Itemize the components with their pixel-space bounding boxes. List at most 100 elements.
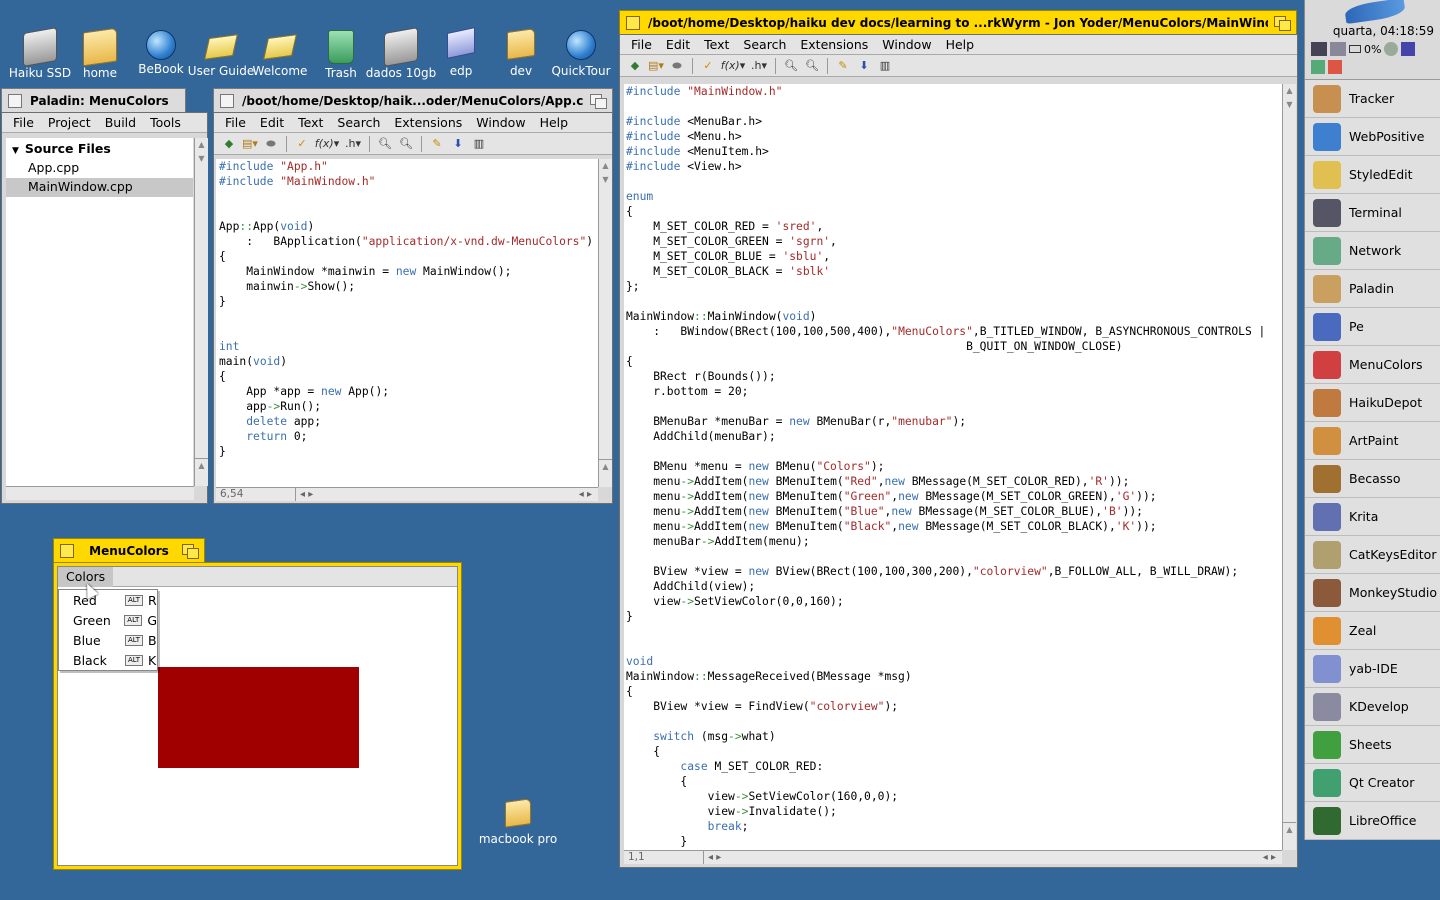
find-icon[interactable]: 🔍︎ (782, 58, 800, 74)
scroll-left-icon[interactable]: ◂ ▸ (708, 852, 721, 863)
find-icon[interactable]: 🔍︎ (376, 136, 394, 152)
deskbar-app-yab-ide[interactable]: yab-IDE (1305, 650, 1440, 688)
menucolors-title-tab[interactable]: MenuColors (53, 538, 205, 562)
process-icon[interactable] (1311, 60, 1325, 74)
zoom-box-icon[interactable] (182, 543, 199, 559)
paladin-title-tab[interactable]: Paladin: MenuColors (1, 88, 186, 112)
code-editor-app[interactable]: #include "App.h" #include "MainWindow.h" A… (216, 159, 598, 487)
vertical-scrollbar-lower[interactable]: ▲ (1282, 822, 1296, 850)
deskbar-app-stylededit[interactable]: StyledEdit (1305, 156, 1440, 194)
deskbar-app-network[interactable]: Network (1305, 232, 1440, 270)
close-box-icon[interactable] (60, 543, 74, 558)
code-editor-main[interactable]: #include "MainWindow.h" #include <MenuBar… (624, 84, 1282, 850)
menu-tools[interactable]: Tools (143, 115, 188, 130)
deskbar-app-haikudepot[interactable]: HaikuDepot (1305, 384, 1440, 422)
deskbar-app-krita[interactable]: Krita (1305, 498, 1440, 536)
deskbar-app-tracker[interactable]: Tracker (1305, 80, 1440, 118)
vertical-scrollbar[interactable]: ▲ ▼ (194, 138, 208, 486)
horizontal-scrollbar[interactable] (6, 486, 194, 500)
close-box-icon[interactable] (8, 93, 22, 108)
menu-search[interactable]: Search (330, 115, 387, 130)
menu-item-red[interactable]: Red ALT R (59, 590, 157, 610)
deskbar-app-artpaint[interactable]: ArtPaint (1305, 422, 1440, 460)
deskbar-app-paladin[interactable]: Paladin (1305, 270, 1440, 308)
function-popup-icon[interactable]: f(x)▾ (314, 136, 340, 152)
menu-extensions[interactable]: Extensions (387, 115, 469, 130)
file-item-app-cpp[interactable]: App.cpp (6, 159, 193, 178)
close-box-icon[interactable] (626, 15, 640, 30)
desktop-icon-macbook-pro[interactable]: macbook pro (478, 798, 558, 846)
close-box-icon[interactable] (220, 93, 234, 108)
find-in-files-icon[interactable]: 🔍︎ (397, 136, 415, 152)
save-icon[interactable]: ▤▾ (647, 58, 665, 74)
menu-text[interactable]: Text (291, 115, 330, 130)
deskbar-app-terminal[interactable]: Terminal (1305, 194, 1440, 232)
check-icon[interactable]: ✓ (699, 58, 717, 74)
menu-window[interactable]: Window (469, 115, 532, 130)
down-arrow-icon[interactable]: ⬇ (855, 58, 873, 74)
cpu-icon[interactable] (1330, 42, 1346, 56)
collapse-triangle-icon[interactable]: ▼ (12, 146, 19, 156)
pencil-icon[interactable]: ✎ (834, 58, 852, 74)
battery-icon[interactable] (1349, 45, 1361, 53)
scroll-right-icon[interactable]: ◂ ▸ (579, 489, 592, 500)
vertical-scrollbar-lower[interactable]: ▲ (194, 458, 208, 486)
network-icon[interactable] (1384, 42, 1399, 56)
deskbar-app-zeal[interactable]: Zeal (1305, 612, 1440, 650)
pe-app-title-tab[interactable]: /boot/home/Desktop/haik...oder/MenuColor… (213, 88, 613, 112)
down-arrow-icon[interactable]: ⬇ (449, 136, 467, 152)
vertical-scrollbar-lower[interactable]: ▲ (598, 459, 612, 487)
function-popup-icon[interactable]: f(x)▾ (720, 58, 746, 74)
menu-project[interactable]: Project (41, 115, 98, 130)
find-in-files-icon[interactable]: 🔍︎ (803, 58, 821, 74)
desktop-icon-quicktour[interactable]: QuickTour (545, 30, 617, 78)
deskbar-app-catkeyseditor[interactable]: CatKeysEditor (1305, 536, 1440, 574)
clipboard-icon[interactable] (1401, 42, 1416, 56)
scroll-left-icon[interactable]: ◂ ▸ (300, 489, 313, 500)
print-icon[interactable]: ⬬ (262, 136, 280, 152)
deskbar-app-libreoffice[interactable]: LibreOffice (1305, 802, 1440, 840)
zoom-box-icon[interactable] (1274, 15, 1291, 31)
pencil-icon[interactable]: ✎ (428, 136, 446, 152)
menu-file[interactable]: File (624, 37, 659, 52)
vertical-scrollbar[interactable]: ▲ ▼ (1282, 84, 1296, 850)
open-icon[interactable]: ◆ (626, 58, 644, 74)
file-item-mainwindow-cpp[interactable]: MainWindow.cpp (6, 178, 193, 197)
deskbar-app-sheets[interactable]: Sheets (1305, 726, 1440, 764)
deskbar-app-pe[interactable]: Pe (1305, 308, 1440, 346)
menu-item-black[interactable]: Black ALT K (59, 650, 157, 670)
menu-extensions[interactable]: Extensions (793, 37, 875, 52)
split-icon[interactable]: ▥ (876, 58, 894, 74)
vertical-scrollbar[interactable]: ▲ ▼ (598, 159, 612, 487)
menu-item-blue[interactable]: Blue ALT B (59, 630, 157, 650)
source-files-group[interactable]: ▼ Source Files (6, 138, 193, 159)
zoom-box-icon[interactable] (590, 93, 607, 109)
deskbar-app-becasso[interactable]: Becasso (1305, 460, 1440, 498)
notes-icon[interactable] (1328, 60, 1342, 74)
menu-help[interactable]: Help (533, 115, 576, 130)
menu-item-green[interactable]: Green ALT G (59, 610, 157, 630)
workspaces-icon[interactable] (1311, 42, 1327, 56)
menu-build[interactable]: Build (98, 115, 143, 130)
print-icon[interactable]: ⬬ (668, 58, 686, 74)
pe-main-title-tab[interactable]: /boot/home/Desktop/haiku dev docs/learni… (619, 10, 1297, 34)
save-icon[interactable]: ▤▾ (241, 136, 259, 152)
clock[interactable]: quarta, 04:18:59 (1333, 24, 1434, 38)
header-popup-icon[interactable]: .h▾ (749, 58, 769, 74)
check-icon[interactable]: ✓ (293, 136, 311, 152)
menu-search[interactable]: Search (736, 37, 793, 52)
menu-edit[interactable]: Edit (659, 37, 697, 52)
menu-window[interactable]: Window (875, 37, 938, 52)
deskbar-app-monkeystudio[interactable]: MonkeyStudio (1305, 574, 1440, 612)
scroll-right-icon[interactable]: ◂ ▸ (1263, 852, 1276, 863)
deskbar-app-qt-creator[interactable]: Qt Creator (1305, 764, 1440, 802)
menu-help[interactable]: Help (939, 37, 982, 52)
deskbar-app-menucolors[interactable]: MenuColors (1305, 346, 1440, 384)
header-popup-icon[interactable]: .h▾ (343, 136, 363, 152)
split-icon[interactable]: ▥ (470, 136, 488, 152)
open-icon[interactable]: ◆ (220, 136, 238, 152)
menu-file[interactable]: File (218, 115, 253, 130)
haiku-leaf-icon[interactable] (1344, 0, 1406, 25)
menu-text[interactable]: Text (697, 37, 736, 52)
menu-edit[interactable]: Edit (253, 115, 291, 130)
